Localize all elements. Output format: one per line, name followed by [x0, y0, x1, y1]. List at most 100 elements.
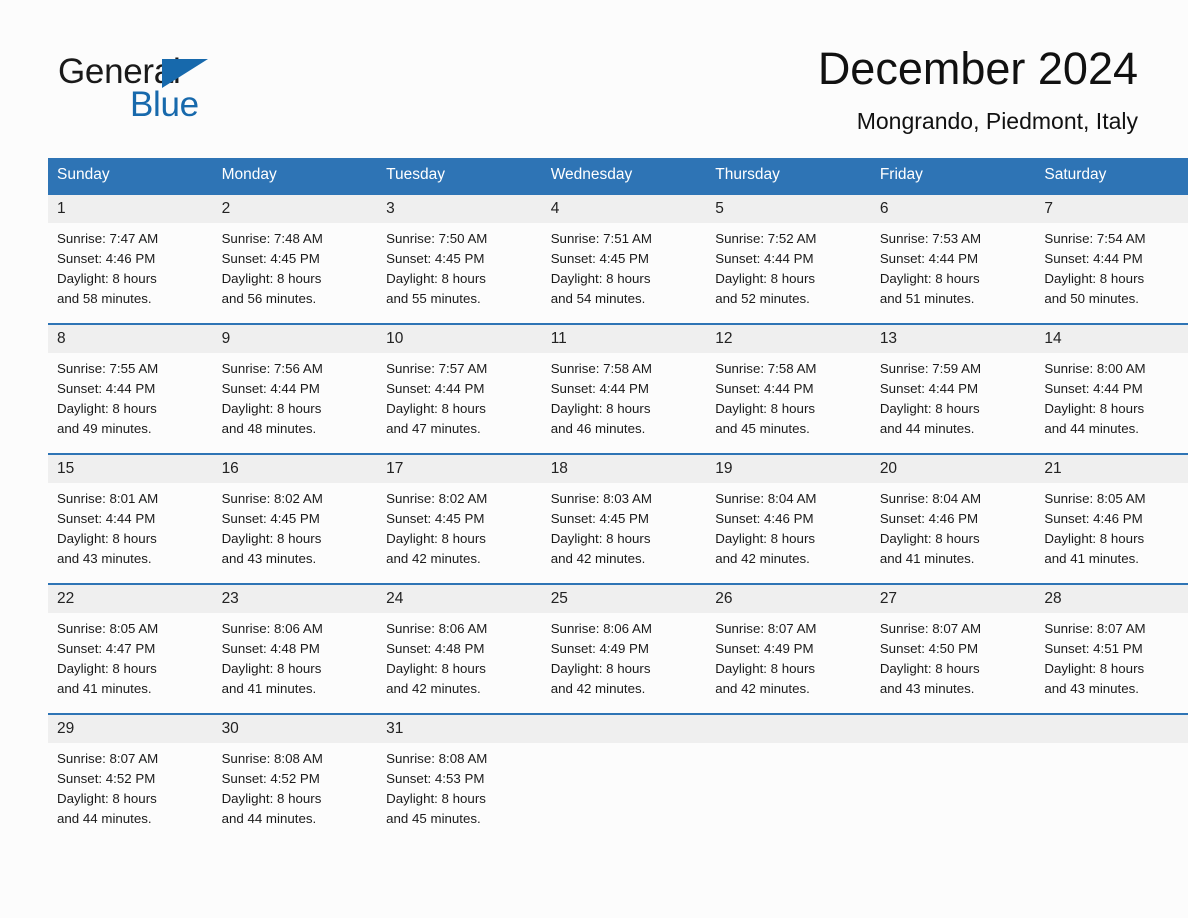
sunset-text: Sunset: 4:44 PM	[879, 381, 979, 397]
calendar-day-cell[interactable]: 2 Sunrise: 7:48 AM Sunset: 4:45 PM Daylight…	[212, 193, 378, 324]
day-details: Sunrise: 8:05 AM Sunset: 4:46 PM Daylight:…	[1035, 483, 1188, 570]
day-number: 17	[377, 455, 542, 483]
sunrise-text: Sunrise: 7:58 AM	[715, 360, 817, 376]
calendar-day-cell[interactable]: 8 Sunrise: 7:55 AM Sunset: 4:44 PM Daylight…	[48, 323, 213, 454]
daylight-text-line1: Daylight: 8 hours	[879, 401, 980, 417]
weekday-header-tuesday: Tuesday	[377, 158, 542, 194]
calendar-day-cell[interactable]: 22 Sunrise: 8:05 AM Sunset: 4:47 PM Dayligh…	[48, 583, 213, 714]
calendar-day-cell[interactable]: 25 Sunrise: 8:06 AM Sunset: 4:49 PM Dayligh…	[541, 583, 707, 714]
daylight-text-line1: Daylight: 8 hours	[386, 791, 486, 807]
day-number: 12	[706, 325, 871, 353]
sunrise-text: Sunrise: 8:03 AM	[550, 490, 652, 506]
calendar-day-cell[interactable]: 13 Sunrise: 7:59 AM Sunset: 4:44 PM Dayligh…	[870, 323, 1036, 454]
calendar-day-cell[interactable]: 4 Sunrise: 7:51 AM Sunset: 4:45 PM Daylight…	[541, 193, 707, 324]
sunrise-text: Sunrise: 8:07 AM	[1044, 620, 1146, 636]
calendar-day-cell[interactable]: 9 Sunrise: 7:56 AM Sunset: 4:44 PM Daylight…	[212, 323, 378, 454]
day-number: 25	[541, 585, 707, 613]
page-title: December 2024	[817, 43, 1138, 94]
sunset-text: Sunset: 4:51 PM	[1044, 641, 1143, 657]
sunset-text: Sunset: 4:44 PM	[1044, 251, 1143, 267]
sunset-text: Sunset: 4:45 PM	[550, 251, 649, 267]
calendar-day-cell[interactable]: 10 Sunrise: 7:57 AM Sunset: 4:44 PM Dayligh…	[377, 323, 542, 454]
sunrise-text: Sunrise: 7:58 AM	[550, 360, 652, 376]
calendar-day-cell[interactable]: 27 Sunrise: 8:07 AM Sunset: 4:50 PM Dayligh…	[870, 583, 1036, 714]
calendar-day-cell[interactable]: 26 Sunrise: 8:07 AM Sunset: 4:49 PM Dayligh…	[706, 583, 871, 714]
day-details: Sunrise: 7:57 AM Sunset: 4:44 PM Daylight:…	[377, 353, 542, 440]
calendar-day-cell[interactable]: 15 Sunrise: 8:01 AM Sunset: 4:44 PM Dayligh…	[48, 453, 213, 584]
daylight-text-line1: Daylight: 8 hours	[386, 401, 486, 417]
generalblue-logo[interactable]: General Blue	[58, 54, 258, 134]
day-details: Sunrise: 7:48 AM Sunset: 4:45 PM Daylight:…	[213, 223, 378, 310]
calendar-day-cell[interactable]: 30 Sunrise: 8:08 AM Sunset: 4:52 PM Dayligh…	[212, 713, 378, 843]
sunrise-text: Sunrise: 7:57 AM	[386, 360, 488, 376]
day-details: Sunrise: 8:06 AM Sunset: 4:49 PM Daylight:…	[542, 613, 707, 700]
calendar-day-cell[interactable]: 11 Sunrise: 7:58 AM Sunset: 4:44 PM Dayligh…	[541, 323, 707, 454]
daylight-text-line1: Daylight: 8 hours	[715, 401, 816, 417]
day-details: Sunrise: 8:02 AM Sunset: 4:45 PM Daylight:…	[213, 483, 378, 570]
day-details: Sunrise: 8:04 AM Sunset: 4:46 PM Daylight:…	[871, 483, 1036, 570]
daylight-text-line2: and 58 minutes.	[57, 291, 152, 307]
daylight-text-line1: Daylight: 8 hours	[221, 401, 322, 417]
calendar-day-cell[interactable]: 17 Sunrise: 8:02 AM Sunset: 4:45 PM Dayligh…	[377, 453, 542, 584]
daylight-text-line1: Daylight: 8 hours	[1044, 401, 1145, 417]
calendar-day-cell[interactable]: 21 Sunrise: 8:05 AM Sunset: 4:46 PM Dayligh…	[1035, 453, 1188, 584]
day-details: Sunrise: 7:52 AM Sunset: 4:44 PM Daylight:…	[706, 223, 871, 310]
calendar-day-cell[interactable]: 3 Sunrise: 7:50 AM Sunset: 4:45 PM Daylight…	[377, 193, 542, 324]
calendar-day-cell[interactable]: 16 Sunrise: 8:02 AM Sunset: 4:45 PM Dayligh…	[212, 453, 378, 584]
calendar-day-cell[interactable]: 12 Sunrise: 7:58 AM Sunset: 4:44 PM Dayligh…	[706, 323, 871, 454]
daylight-text-line1: Daylight: 8 hours	[550, 401, 651, 417]
sunset-text: Sunset: 4:44 PM	[1044, 381, 1143, 397]
day-details: Sunrise: 7:58 AM Sunset: 4:44 PM Daylight:…	[542, 353, 707, 440]
calendar-day-cell-empty	[1035, 713, 1188, 843]
calendar-body: 1 Sunrise: 7:47 AM Sunset: 4:46 PM Daylight…	[48, 193, 1188, 843]
day-details: Sunrise: 7:53 AM Sunset: 4:44 PM Daylight:…	[871, 223, 1036, 310]
day-details: Sunrise: 8:02 AM Sunset: 4:45 PM Daylight:…	[377, 483, 542, 570]
weekday-header-friday: Friday	[870, 158, 1036, 194]
sunrise-text: Sunrise: 7:59 AM	[879, 360, 982, 376]
calendar-day-cell[interactable]: 18 Sunrise: 8:03 AM Sunset: 4:45 PM Dayligh…	[541, 453, 707, 584]
day-details: Sunrise: 8:04 AM Sunset: 4:46 PM Daylight:…	[706, 483, 871, 570]
calendar-day-cell[interactable]: 1 Sunrise: 7:47 AM Sunset: 4:46 PM Daylight…	[48, 193, 213, 324]
calendar-day-cell[interactable]: 28 Sunrise: 8:07 AM Sunset: 4:51 PM Dayligh…	[1035, 583, 1188, 714]
calendar-day-cell[interactable]: 24 Sunrise: 8:06 AM Sunset: 4:48 PM Dayligh…	[377, 583, 542, 714]
day-number: 16	[212, 455, 378, 483]
calendar-day-cell[interactable]: 6 Sunrise: 7:53 AM Sunset: 4:44 PM Daylight…	[870, 193, 1036, 324]
sunrise-text: Sunrise: 8:08 AM	[386, 750, 488, 766]
day-number	[1035, 715, 1188, 743]
day-number: 5	[706, 195, 871, 223]
day-number: 27	[870, 585, 1036, 613]
calendar-day-cell[interactable]: 31 Sunrise: 8:08 AM Sunset: 4:53 PM Dayligh…	[377, 713, 542, 843]
calendar-day-cell[interactable]: 7 Sunrise: 7:54 AM Sunset: 4:44 PM Daylight…	[1035, 193, 1188, 324]
daylight-text-line2: and 42 minutes.	[386, 551, 481, 567]
sunset-text: Sunset: 4:46 PM	[1044, 511, 1143, 527]
calendar-day-cell[interactable]: 5 Sunrise: 7:52 AM Sunset: 4:44 PM Daylight…	[706, 193, 871, 324]
daylight-text-line1: Daylight: 8 hours	[550, 271, 651, 287]
calendar-day-cell[interactable]: 23 Sunrise: 8:06 AM Sunset: 4:48 PM Dayligh…	[212, 583, 378, 714]
daylight-text-line1: Daylight: 8 hours	[879, 271, 980, 287]
day-number: 4	[541, 195, 707, 223]
calendar-header-row: Sunday Monday Tuesday Wednesday Thursday…	[48, 158, 1188, 194]
day-number: 28	[1035, 585, 1188, 613]
sunset-text: Sunset: 4:44 PM	[715, 251, 814, 267]
sunset-text: Sunset: 4:45 PM	[386, 251, 485, 267]
sunrise-text: Sunrise: 7:52 AM	[715, 230, 817, 246]
day-number: 8	[48, 325, 213, 353]
day-details: Sunrise: 7:56 AM Sunset: 4:44 PM Daylight:…	[213, 353, 378, 440]
calendar-week-row: 15 Sunrise: 8:01 AM Sunset: 4:44 PM Dayligh…	[48, 453, 1188, 584]
sunrise-text: Sunrise: 8:02 AM	[221, 490, 323, 506]
daylight-text-line1: Daylight: 8 hours	[1044, 271, 1145, 287]
calendar-day-cell[interactable]: 29 Sunrise: 8:07 AM Sunset: 4:52 PM Dayligh…	[48, 713, 213, 843]
calendar-week-row: 22 Sunrise: 8:05 AM Sunset: 4:47 PM Dayligh…	[48, 583, 1188, 714]
daylight-text-line2: and 41 minutes.	[879, 551, 975, 567]
day-number: 1	[48, 195, 213, 223]
calendar-day-cell[interactable]: 19 Sunrise: 8:04 AM Sunset: 4:46 PM Dayligh…	[706, 453, 871, 584]
daylight-text-line2: and 44 minutes.	[57, 811, 152, 827]
daylight-text-line1: Daylight: 8 hours	[550, 531, 651, 547]
daylight-text-line1: Daylight: 8 hours	[1044, 531, 1145, 547]
daylight-text-line2: and 43 minutes.	[221, 551, 317, 567]
sunrise-text: Sunrise: 8:07 AM	[715, 620, 817, 636]
calendar-day-cell[interactable]: 20 Sunrise: 8:04 AM Sunset: 4:46 PM Dayligh…	[870, 453, 1036, 584]
daylight-text-line2: and 44 minutes.	[221, 811, 317, 827]
calendar-day-cell[interactable]: 14 Sunrise: 8:00 AM Sunset: 4:44 PM Dayligh…	[1035, 323, 1188, 454]
daylight-text-line2: and 46 minutes.	[550, 421, 646, 437]
